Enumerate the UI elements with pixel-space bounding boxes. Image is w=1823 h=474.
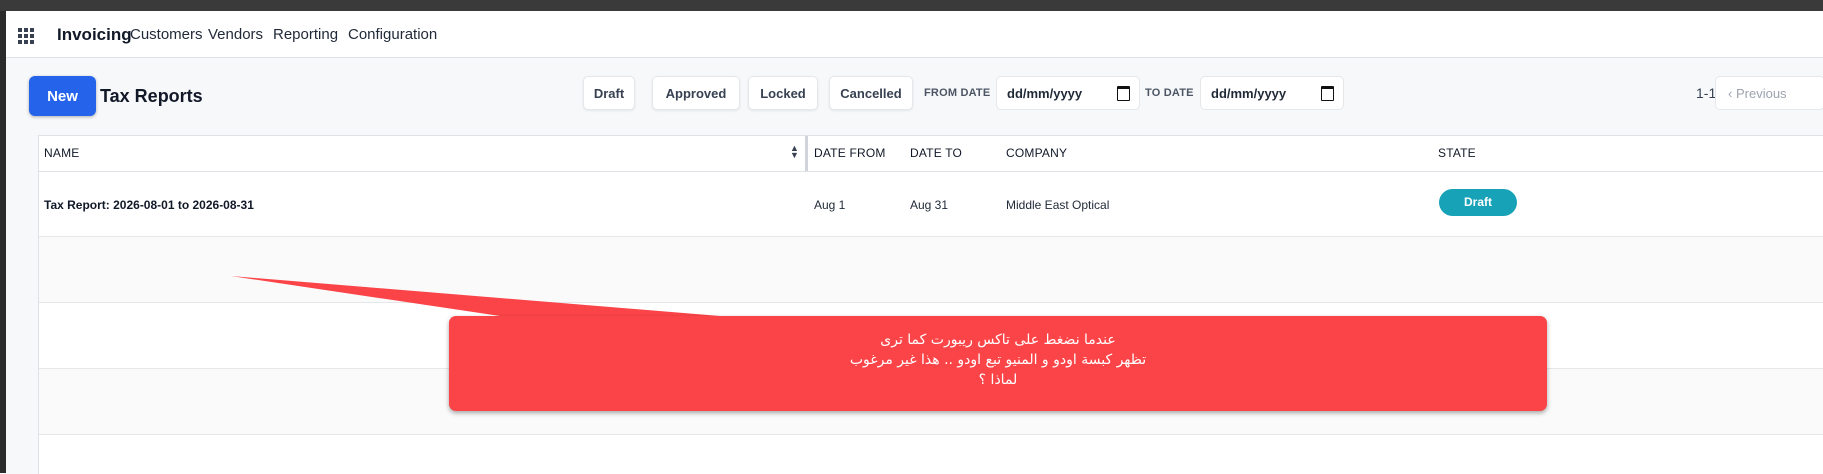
annotation-callout: عندما نضغط على تاكس ريبورت كما ترى تظهر … (449, 316, 1547, 411)
callout-line: تظهر كبسة اودو و المنيو تبع اودو .. هذا … (849, 352, 1147, 368)
callout-pointer (231, 276, 720, 316)
callout-line: عندما نضغط على تاكس ريبورت كما ترى (880, 332, 1116, 348)
callout-line: لماذا ؟ (978, 372, 1018, 388)
